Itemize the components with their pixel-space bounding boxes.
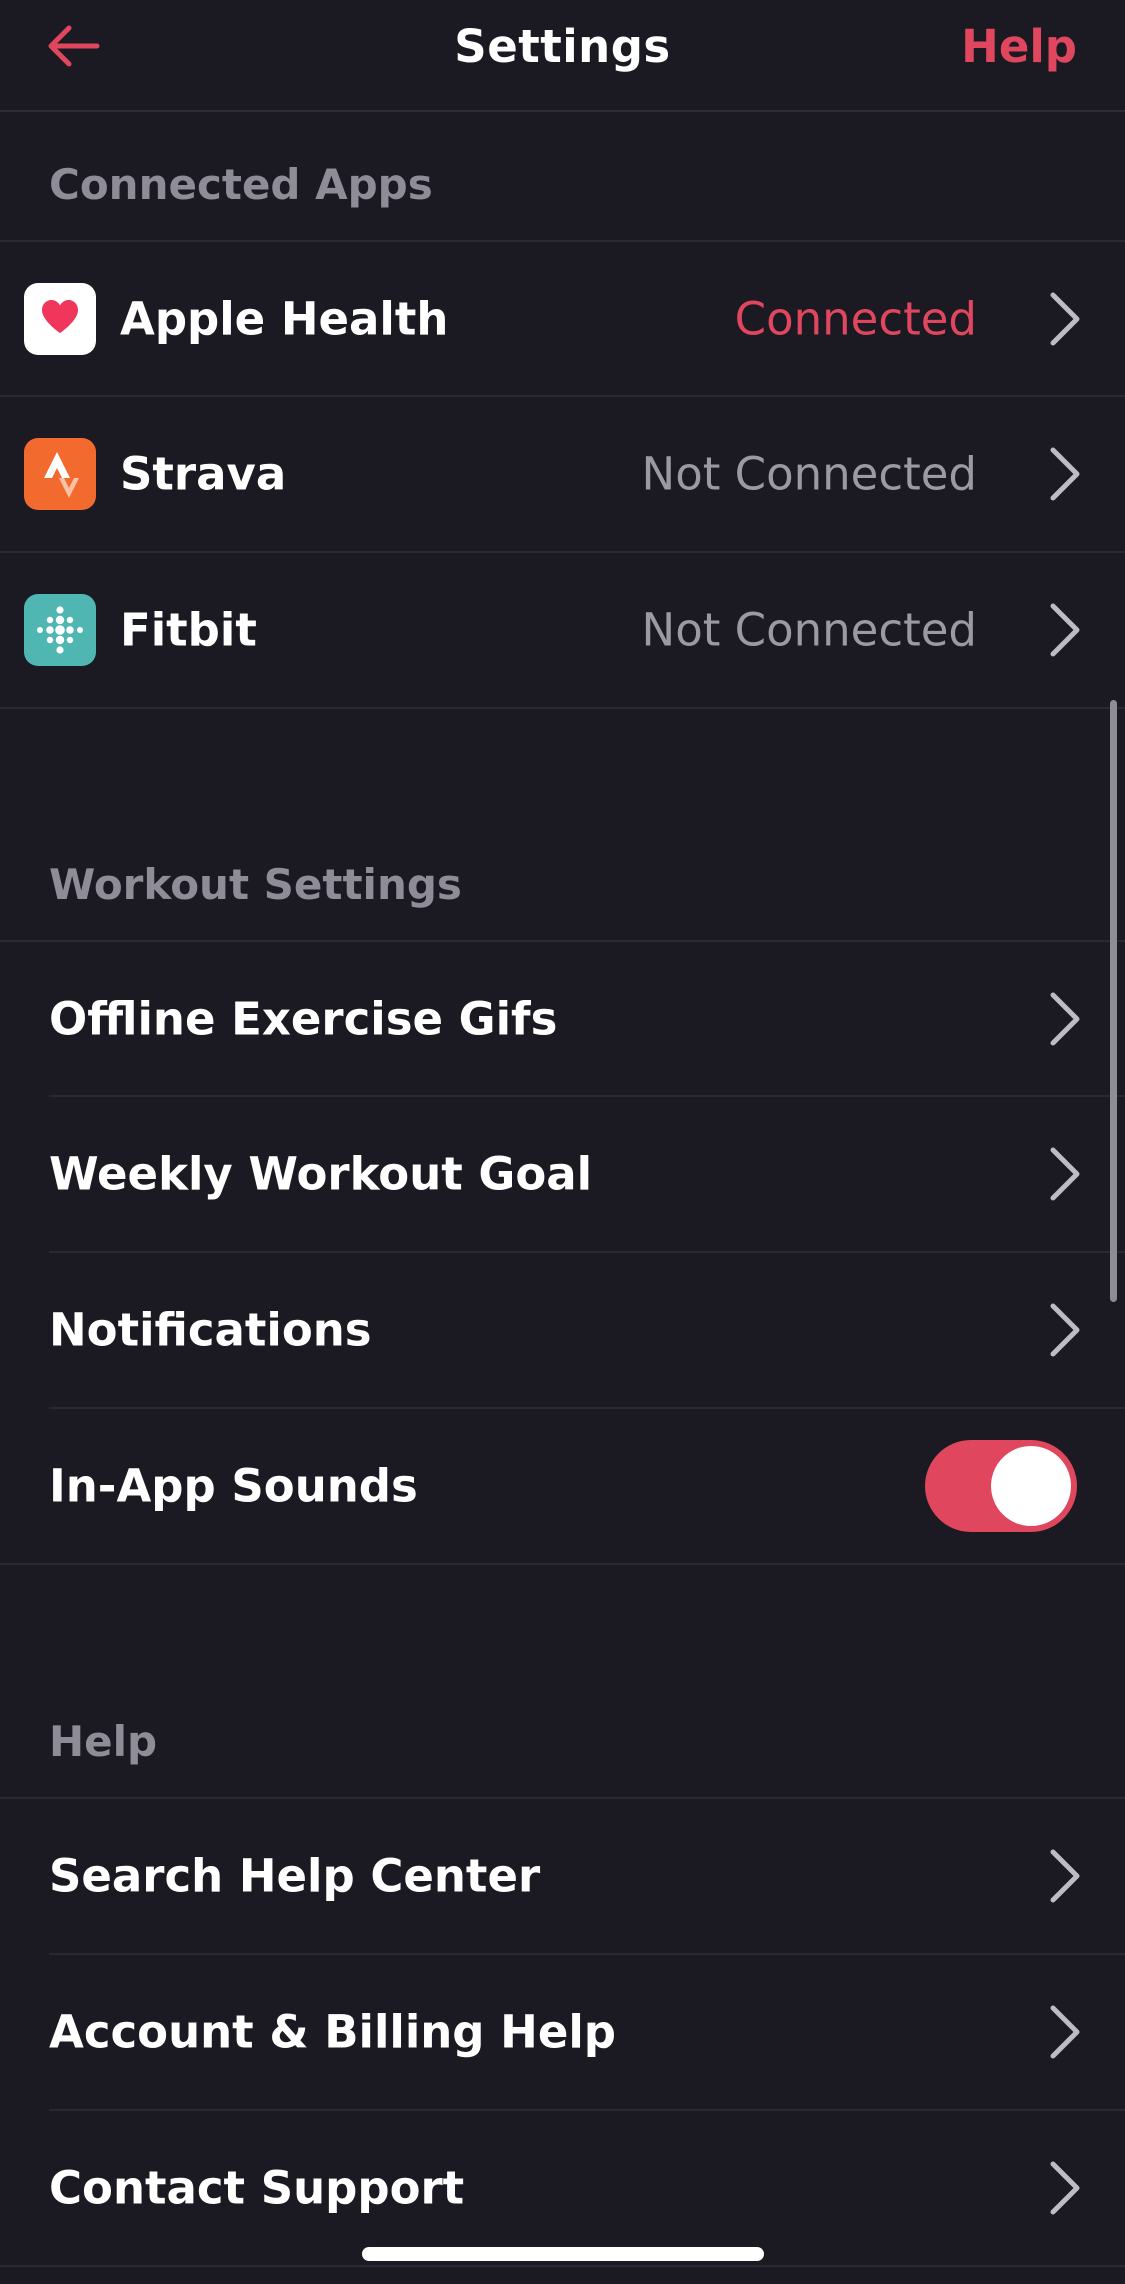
help-button[interactable]: Help <box>961 20 1077 73</box>
nav-header: Settings Help <box>0 0 1125 112</box>
row-label: Offline Exercise Gifs <box>49 992 558 1046</box>
help-row-search-help-center[interactable]: Search Help Center <box>0 1799 1125 1953</box>
home-indicator[interactable] <box>362 2247 764 2261</box>
section-header-workout-settings: Workout Settings <box>49 860 462 909</box>
row-label: Contact Support <box>49 2161 465 2215</box>
settings-row-weekly-workout-goal[interactable]: Weekly Workout Goal <box>0 1097 1125 1251</box>
help-row-contact-support[interactable]: Contact Support <box>0 2111 1125 2265</box>
chevron-right-icon <box>1050 2005 1080 2059</box>
chevron-right-icon <box>1050 603 1080 657</box>
strava-icon <box>24 438 96 510</box>
chevron-right-icon <box>1050 292 1080 346</box>
in-app-sounds-toggle[interactable] <box>925 1440 1077 1532</box>
apple-health-icon <box>24 283 96 355</box>
chevron-right-icon <box>1050 1303 1080 1357</box>
divider <box>0 2265 1125 2267</box>
row-label: Account & Billing Help <box>49 2005 616 2059</box>
row-label: Notifications <box>49 1303 372 1357</box>
section-header-help: Help <box>49 1717 158 1766</box>
settings-row-in-app-sounds: In-App Sounds <box>0 1409 1125 1563</box>
row-label: In-App Sounds <box>49 1459 418 1513</box>
row-label: Weekly Workout Goal <box>49 1147 593 1201</box>
connected-app-apple-health[interactable]: Apple Health Connected <box>0 242 1125 396</box>
chevron-right-icon <box>1050 1849 1080 1903</box>
section-header-connected-apps: Connected Apps <box>49 160 433 209</box>
row-label: Fitbit <box>120 603 257 657</box>
chevron-right-icon <box>1050 992 1080 1046</box>
help-row-account-billing-help[interactable]: Account & Billing Help <box>0 1955 1125 2109</box>
row-label: Strava <box>120 447 287 501</box>
row-label: Apple Health <box>120 292 449 346</box>
connected-app-fitbit[interactable]: Fitbit Not Connected <box>0 553 1125 707</box>
settings-row-offline-exercise-gifs[interactable]: Offline Exercise Gifs <box>0 942 1125 1096</box>
connection-status: Not Connected <box>641 603 977 657</box>
connection-status: Connected <box>734 292 977 346</box>
fitbit-icon <box>24 594 96 666</box>
divider <box>0 707 1125 709</box>
toggle-knob <box>991 1446 1071 1526</box>
connected-app-strava[interactable]: Strava Not Connected <box>0 397 1125 551</box>
connection-status: Not Connected <box>641 447 977 501</box>
settings-row-notifications[interactable]: Notifications <box>0 1253 1125 1407</box>
chevron-right-icon <box>1050 2161 1080 2215</box>
page-title: Settings <box>454 20 671 73</box>
divider <box>0 1563 1125 1565</box>
chevron-right-icon <box>1050 447 1080 501</box>
chevron-right-icon <box>1050 1147 1080 1201</box>
scrollbar[interactable] <box>1110 700 1117 1302</box>
row-label: Search Help Center <box>49 1849 541 1903</box>
